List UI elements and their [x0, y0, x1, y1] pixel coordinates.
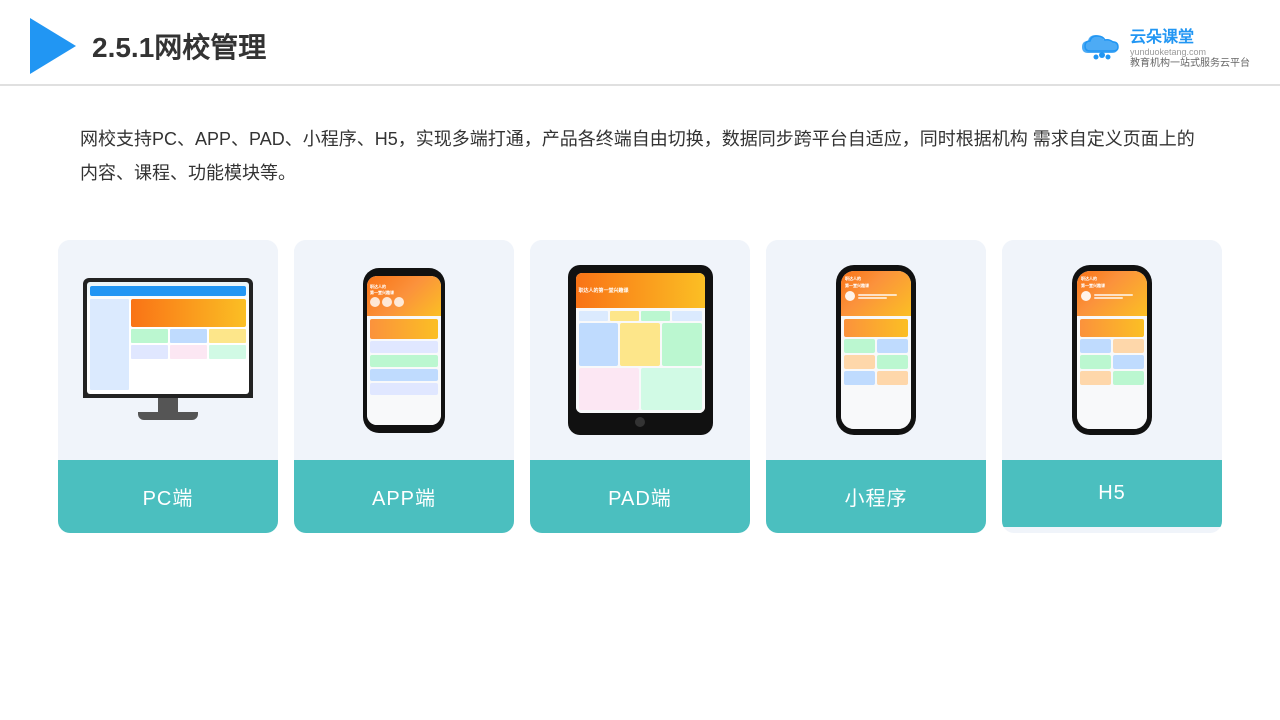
card-miniprogram-label: 小程序 — [766, 460, 986, 533]
card-app: 职达人的第一堂兴趣课 — [294, 240, 514, 533]
card-app-label: APP端 — [294, 460, 514, 533]
card-miniprogram-image: 职达人的第一堂兴趣课 — [766, 240, 986, 460]
header: 2.5.1网校管理 云朵课堂 yunduoketang.com 教育机构一站式服… — [0, 0, 1280, 86]
card-pad: 职达人的第一堂兴趣课 — [530, 240, 750, 533]
card-h5-image: 职达人的第一堂兴趣课 — [1002, 240, 1222, 460]
card-pad-image: 职达人的第一堂兴趣课 — [530, 240, 750, 460]
brand-text: 云朵课堂 yunduoketang.com 教育机构一站式服务云平台 — [1130, 23, 1250, 70]
card-app-image: 职达人的第一堂兴趣课 — [294, 240, 514, 460]
card-h5-label: H5 — [1002, 460, 1222, 527]
brand-url: yunduoketang.com — [1130, 47, 1206, 57]
card-h5: 职达人的第一堂兴趣课 — [1002, 240, 1222, 533]
card-pc: PC端 — [58, 240, 278, 533]
slim-phone-icon: 职达人的第一堂兴趣课 — [836, 265, 916, 435]
card-miniprogram: 职达人的第一堂兴趣课 — [766, 240, 986, 533]
card-pad-label: PAD端 — [530, 460, 750, 533]
tablet-mockup-icon: 职达人的第一堂兴趣课 — [568, 265, 713, 435]
description-text: 网校支持PC、APP、PAD、小程序、H5，实现多端打通，产品各终端自由切换，数… — [0, 86, 1280, 210]
slim-phone-h5-icon: 职达人的第一堂兴趣课 — [1072, 265, 1152, 435]
card-pc-image — [58, 240, 278, 460]
cards-container: PC端 职达人的第一堂兴趣课 — [0, 220, 1280, 563]
page-title: 2.5.1网校管理 — [92, 26, 266, 66]
brand-logo: 云朵课堂 yunduoketang.com 教育机构一站式服务云平台 — [1080, 23, 1250, 70]
pc-monitor-icon — [83, 278, 253, 423]
card-pc-label: PC端 — [58, 460, 278, 533]
phone-mockup-icon: 职达人的第一堂兴趣课 — [363, 268, 445, 433]
header-left: 2.5.1网校管理 — [30, 18, 266, 74]
header-right: 云朵课堂 yunduoketang.com 教育机构一站式服务云平台 — [1080, 23, 1250, 70]
brand-name: 云朵课堂 — [1130, 23, 1194, 47]
cloud-icon — [1080, 31, 1124, 61]
logo-triangle-icon — [30, 18, 76, 74]
brand-subtitle: 教育机构一站式服务云平台 — [1130, 57, 1250, 70]
